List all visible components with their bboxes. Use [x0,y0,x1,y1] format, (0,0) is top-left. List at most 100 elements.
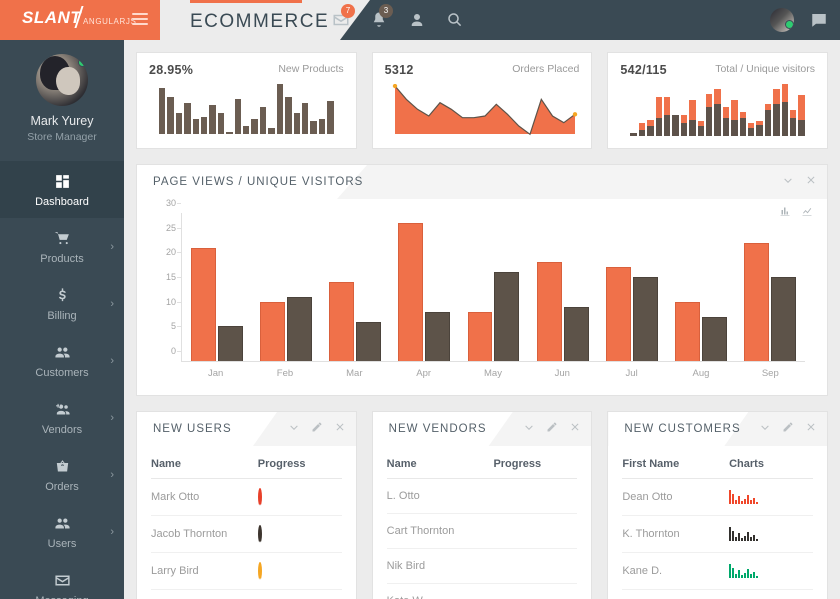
chart-bar[interactable] [398,222,424,361]
table-row[interactable]: L. Otto [386,479,578,514]
x-axis-label: Apr [416,368,432,379]
chart-bar[interactable] [771,277,797,361]
y-axis-tick: 25 [152,223,181,233]
sidebar-item-dashboard[interactable]: Dashboard [0,161,124,218]
profile-avatar[interactable] [36,54,88,106]
chart-bar[interactable] [632,277,658,361]
chevron-right-icon[interactable]: › [110,241,114,252]
column-header: First Name [622,458,680,470]
progress-ring [257,525,262,543]
chart-bar[interactable] [217,326,243,361]
sidebar-item-customers[interactable]: Customers › [0,332,124,389]
close-icon[interactable] [569,421,581,433]
chart-bar[interactable] [467,311,493,361]
close-icon[interactable] [805,174,817,186]
chart-bar[interactable] [425,311,451,361]
sidebar-item-messaging[interactable]: Messaging [0,560,124,599]
edit-icon[interactable] [546,421,558,433]
chevron-down-icon[interactable] [782,174,794,186]
panel-title: NEW CUSTOMERS [624,423,741,435]
user-icon[interactable] [408,11,426,29]
envelope-icon [0,571,124,589]
chevron-down-icon[interactable] [288,421,300,433]
bell-icon[interactable]: 3 [370,4,393,29]
y-axis-tick: 0 [152,346,181,356]
edit-icon[interactable] [311,421,323,433]
chart-bar[interactable] [259,301,285,361]
edit-icon[interactable] [782,421,794,433]
mini-sparkline [729,564,813,578]
close-icon[interactable] [805,421,817,433]
cart-icon [54,231,69,244]
stacked-bar-chart [608,84,827,136]
users-icon [0,514,124,532]
row-name: Kane D. [622,565,663,577]
avatar[interactable] [770,8,794,32]
chevron-right-icon[interactable]: › [110,412,114,423]
bell-badge: 3 [379,4,393,18]
data-table: Name Progress Mark Otto Jacob Thornton Larry… [137,446,356,599]
chart-bar[interactable] [675,301,701,361]
table-row[interactable]: Jacob Thornton [151,516,342,553]
x-axis-label: Sep [761,368,779,379]
chart-bar[interactable] [494,272,520,361]
envelope-icon[interactable]: 7 [332,4,355,29]
sidebar: Mark Yurey Store Manager Dashboard Produc… [0,40,124,599]
row-name: Nik Bird [386,560,426,572]
table-row[interactable]: Jack Bird [622,590,813,599]
chart-bar[interactable] [536,262,562,361]
chat-icon[interactable] [810,11,828,29]
table-row[interactable]: Kate W. [387,584,578,599]
sidebar-item-products[interactable]: Products › [0,218,124,275]
chevron-down-icon[interactable] [759,421,771,433]
chart-bar-group [459,213,528,361]
sidebar-item-orders[interactable]: Orders › [0,446,124,503]
chart-bar-group [597,213,666,361]
header-icon-group: 7 3 [332,0,464,40]
table-row[interactable]: Mark Otto [151,479,342,516]
table-row[interactable]: Cart Thornton [386,514,578,549]
sidebar-item-billing[interactable]: Billing › [0,275,124,332]
search-icon[interactable] [446,11,464,29]
stat-value: 5312 [384,63,414,77]
table-row[interactable]: Larry Bird [151,553,342,590]
sidebar-item-vendors[interactable]: Vendors › [0,389,124,446]
table-row[interactable]: Dean Otto [622,479,814,516]
add-users-icon [0,400,124,418]
stat-chart [137,84,356,142]
table-row[interactable]: Nik Bird [386,549,578,584]
chevron-down-icon[interactable] [523,421,535,433]
hamburger-icon[interactable] [132,13,148,26]
sidebar-item-users[interactable]: Users › [0,503,124,560]
online-status-dot [78,58,87,67]
table-row[interactable]: K. Thornton [622,516,814,553]
chevron-right-icon[interactable]: › [110,298,114,309]
panel-new-customers: NEW CUSTOMERS First Name Charts Dean Otto K.… [607,411,829,599]
chart-bar[interactable] [563,306,589,361]
chart-bar[interactable] [329,282,355,361]
area-chart [392,83,577,136]
column-header: Name [386,458,417,470]
dollar-icon [58,287,66,301]
close-icon[interactable] [334,421,346,433]
chevron-right-icon[interactable]: › [110,469,114,480]
chart-bar[interactable] [744,242,770,361]
chevron-right-icon[interactable]: › [110,526,114,537]
sidebar-item-label: Billing [47,310,77,322]
chart-bar[interactable] [190,247,216,361]
chart-bar[interactable] [356,321,381,361]
panel-title: PAGE VIEWS / UNIQUE VISITORS [153,176,364,188]
row-progress [257,488,342,506]
y-axis-tick: 20 [152,247,181,257]
users-icon [54,518,70,528]
chart-bar[interactable] [606,267,631,361]
stat-label: Orders Placed [512,63,580,75]
chart-bar[interactable] [286,296,312,361]
chevron-right-icon[interactable]: › [110,355,114,366]
chart-bar[interactable] [702,316,728,361]
table-row[interactable]: Kane D. [622,553,814,590]
top-bar: SLANT ANGULARJS ECOMMERCE 7 3 [0,0,840,40]
table-row[interactable]: Jason King [151,590,342,599]
page-title: ECOMMERCE [190,11,330,32]
panel-header: NEW CUSTOMERS [608,412,828,446]
